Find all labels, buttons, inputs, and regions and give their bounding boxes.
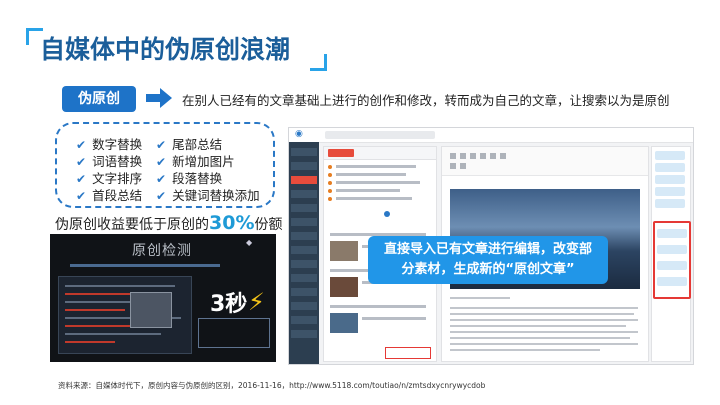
check-icon: ✔ <box>76 172 87 186</box>
underline-icon[interactable] <box>470 153 476 159</box>
image-icon[interactable] <box>500 153 506 159</box>
list-icon[interactable] <box>490 153 496 159</box>
tab-active[interactable] <box>328 149 354 157</box>
list-item[interactable] <box>336 189 400 192</box>
panel-button[interactable] <box>655 163 685 172</box>
italic-icon[interactable] <box>460 153 466 159</box>
sidebar-item[interactable] <box>291 232 317 240</box>
article-thumbnail[interactable] <box>330 277 358 297</box>
sidebar-item[interactable] <box>291 302 317 310</box>
sidebar-item[interactable] <box>291 288 317 296</box>
sidebar-item-active[interactable] <box>291 176 317 184</box>
check-icon: ✔ <box>156 155 167 169</box>
quote-icon[interactable] <box>460 163 466 169</box>
import-article-button[interactable] <box>385 347 431 359</box>
article-thumbnail[interactable] <box>330 313 358 333</box>
check-icon: ✔ <box>156 172 167 186</box>
definition-text: 在别人已经有的文章基础上进行的创作和修改，转而成为自己的文章，让搜索以为是原创 <box>182 93 670 108</box>
editor-toolbar <box>325 131 435 139</box>
article-thumbnail[interactable] <box>330 241 358 261</box>
panel-button[interactable] <box>655 199 685 208</box>
link-icon[interactable] <box>450 163 456 169</box>
panel-button[interactable] <box>657 261 687 270</box>
check-icon: ✔ <box>156 138 167 152</box>
list-item[interactable] <box>336 165 416 168</box>
panel-button[interactable] <box>655 175 685 184</box>
check-icon: ✔ <box>76 138 87 152</box>
sidebar-item[interactable] <box>291 204 317 212</box>
sidebar-item[interactable] <box>291 316 317 324</box>
panel-button[interactable] <box>657 277 687 286</box>
pagination-current[interactable] <box>384 211 390 217</box>
editor-right-panel <box>651 146 691 362</box>
highlighted-tools <box>653 221 691 299</box>
sidebar-item[interactable] <box>291 218 317 226</box>
revenue-percent: 30% <box>209 212 255 234</box>
definition-badge: 伪原创 <box>62 86 136 112</box>
list-item[interactable] <box>336 173 406 176</box>
check-icon: ✔ <box>156 189 167 203</box>
check-duration: 3秒 <box>210 292 248 317</box>
sidebar-item[interactable] <box>291 190 317 198</box>
bold-icon[interactable] <box>450 153 456 159</box>
lightning-icon: ⚡ <box>248 288 265 316</box>
arrow-right-icon <box>146 88 172 108</box>
panel-button[interactable] <box>655 151 685 160</box>
align-icon[interactable] <box>480 153 486 159</box>
panel-button[interactable] <box>657 245 687 254</box>
panel-button[interactable] <box>657 229 687 238</box>
check-start-box <box>198 318 270 348</box>
list-item[interactable] <box>336 181 420 184</box>
check-icon: ✔ <box>76 189 87 203</box>
sidebar-item[interactable] <box>291 330 317 338</box>
sidebar-item[interactable] <box>291 274 317 282</box>
list-item[interactable] <box>336 197 412 200</box>
title-bracket-right <box>310 54 327 71</box>
editor-topbar: ◉ <box>289 128 693 143</box>
check-subtitle-bar <box>70 264 220 267</box>
method-item: ✔ 关键词替换添加 <box>156 188 260 203</box>
article-list-header <box>324 147 436 160</box>
editor-logo-icon: ◉ <box>295 129 303 139</box>
editor-sidebar <box>289 142 319 364</box>
editor-format-toolbar <box>442 147 648 176</box>
source-footnote: 资料来源：自媒体时代下，原创内容与伪原创的区别，2016-11-16，http:… <box>58 381 486 390</box>
panel-button[interactable] <box>655 187 685 196</box>
sidebar-item[interactable] <box>291 246 317 254</box>
sidebar-item[interactable] <box>291 162 317 170</box>
method-item: ✔ 首段总结 <box>76 188 143 203</box>
callout-box: 直接导入已有文章进行编辑，改变部 分素材，生成新的“原创文章” <box>368 236 608 284</box>
revenue-caption: 伪原创收益要低于原创的30%份额 <box>55 212 283 234</box>
list-item[interactable] <box>330 305 426 308</box>
check-icon: ✔ <box>76 155 87 169</box>
page-title: 自媒体中的伪原创浪潮 <box>40 35 291 64</box>
app-logo-icon: ◆ <box>246 238 253 247</box>
check-dialog <box>130 292 172 328</box>
originality-check-screenshot: 原创检测 ◆ 3秒 ⚡ <box>50 234 276 362</box>
sidebar-item[interactable] <box>291 260 317 268</box>
sidebar-item[interactable] <box>291 148 317 156</box>
check-heading: 原创检测 <box>132 243 192 259</box>
